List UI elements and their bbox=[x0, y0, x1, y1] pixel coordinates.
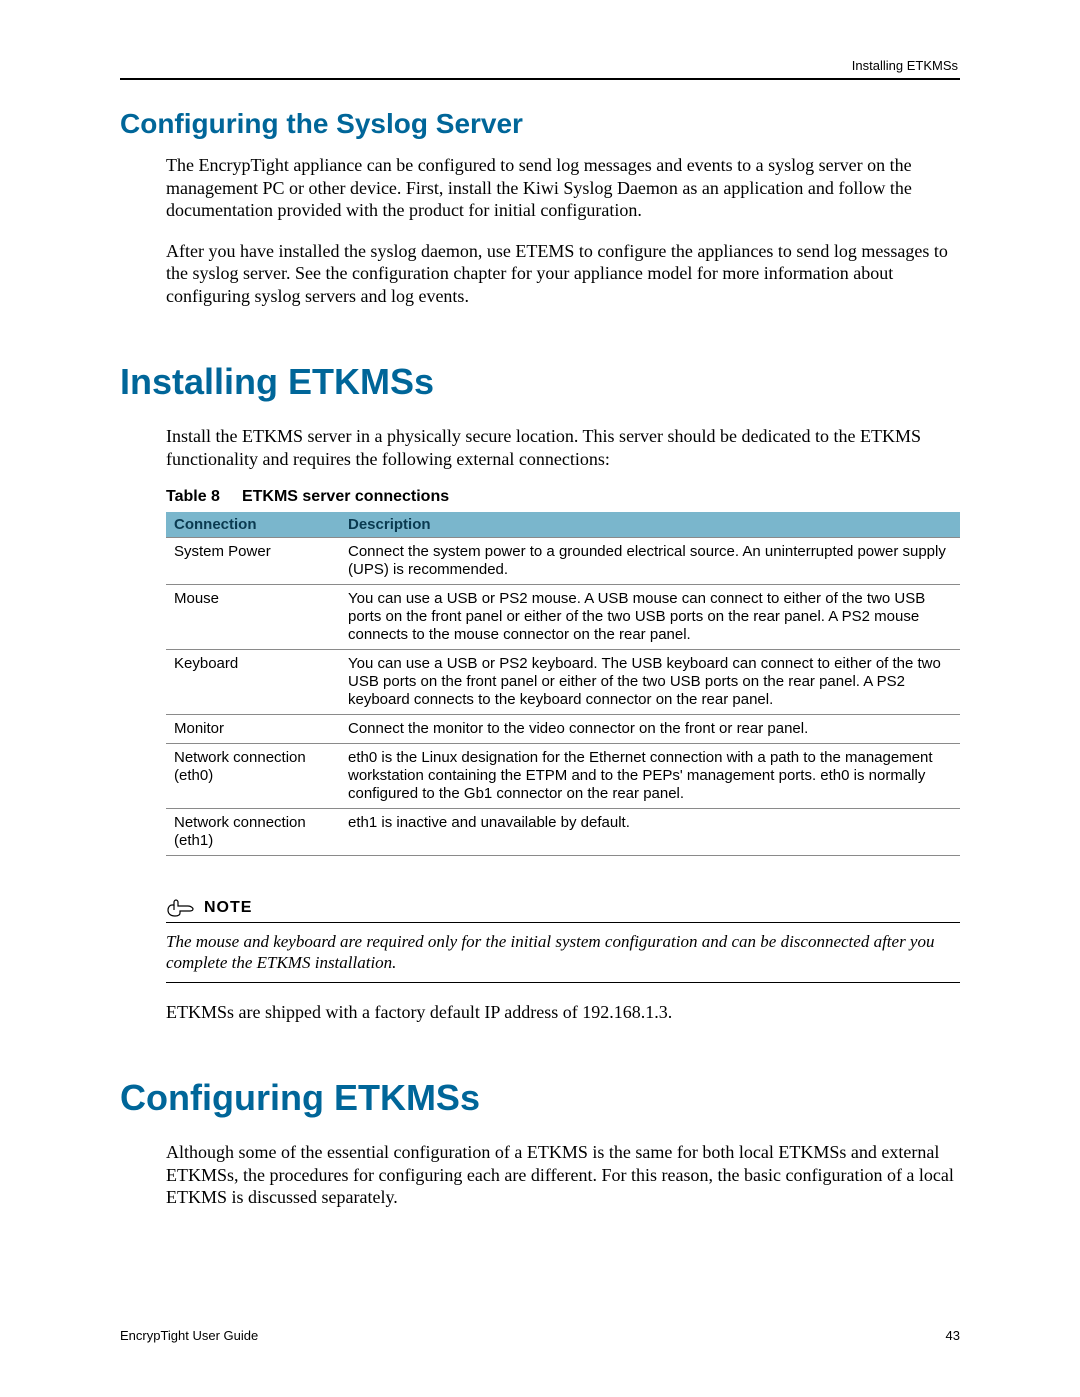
table-row: Network connection (eth0) eth0 is the Li… bbox=[166, 744, 960, 809]
cell-description: Connect the system power to a grounded e… bbox=[340, 538, 960, 585]
cell-description: You can use a USB or PS2 keyboard. The U… bbox=[340, 650, 960, 715]
heading-configuring-syslog: Configuring the Syslog Server bbox=[120, 108, 960, 140]
cell-description: eth0 is the Linux designation for the Et… bbox=[340, 744, 960, 809]
cell-description: Connect the monitor to the video connect… bbox=[340, 715, 960, 744]
cell-connection: Keyboard bbox=[166, 650, 340, 715]
paragraph: Although some of the essential configura… bbox=[166, 1141, 960, 1209]
paragraph: After you have installed the syslog daem… bbox=[166, 240, 960, 308]
cell-description: You can use a USB or PS2 mouse. A USB mo… bbox=[340, 585, 960, 650]
table-row: Keyboard You can use a USB or PS2 keyboa… bbox=[166, 650, 960, 715]
heading-configuring-etkmss: Configuring ETKMSs bbox=[120, 1077, 960, 1119]
paragraph: ETKMSs are shipped with a factory defaul… bbox=[166, 1001, 960, 1024]
cell-connection: Network connection (eth1) bbox=[166, 809, 340, 856]
table-header-row: Connection Description bbox=[166, 512, 960, 538]
table-header-description: Description bbox=[340, 512, 960, 538]
header-rule bbox=[120, 78, 960, 80]
table-caption-prefix: Table 8 bbox=[166, 488, 220, 505]
table-caption: Table 8 ETKMS server connections bbox=[166, 488, 960, 506]
content-body: Configuring the Syslog Server The Encryp… bbox=[120, 108, 960, 1227]
running-header: Installing ETKMSs bbox=[852, 58, 958, 73]
note-label: NOTE bbox=[204, 899, 252, 917]
cell-connection: System Power bbox=[166, 538, 340, 585]
table-row: Mouse You can use a USB or PS2 mouse. A … bbox=[166, 585, 960, 650]
paragraph: Install the ETKMS server in a physically… bbox=[166, 425, 960, 470]
note-rule-bottom bbox=[166, 982, 960, 983]
cell-connection: Mouse bbox=[166, 585, 340, 650]
table-row: Network connection (eth1) eth1 is inacti… bbox=[166, 809, 960, 856]
cell-connection: Network connection (eth0) bbox=[166, 744, 340, 809]
table-row: System Power Connect the system power to… bbox=[166, 538, 960, 585]
page: Installing ETKMSs Configuring the Syslog… bbox=[0, 0, 1080, 1397]
table-caption-title: ETKMS server connections bbox=[242, 488, 449, 505]
table-row: Monitor Connect the monitor to the video… bbox=[166, 715, 960, 744]
cell-connection: Monitor bbox=[166, 715, 340, 744]
etkms-connections-table: Connection Description System Power Conn… bbox=[166, 512, 960, 856]
page-footer: EncrypTight User Guide 43 bbox=[120, 1328, 960, 1343]
footer-title: EncrypTight User Guide bbox=[120, 1328, 258, 1343]
table-header-connection: Connection bbox=[166, 512, 340, 538]
paragraph: The EncrypTight appliance can be configu… bbox=[166, 154, 960, 222]
note-block: NOTE The mouse and keyboard are required… bbox=[166, 898, 960, 983]
cell-description: eth1 is inactive and unavailable by defa… bbox=[340, 809, 960, 856]
page-number: 43 bbox=[946, 1328, 960, 1343]
heading-installing-etkmss: Installing ETKMSs bbox=[120, 361, 960, 403]
note-body: The mouse and keyboard are required only… bbox=[166, 931, 960, 974]
note-rule-top bbox=[166, 922, 960, 923]
pointing-hand-icon bbox=[166, 898, 196, 918]
